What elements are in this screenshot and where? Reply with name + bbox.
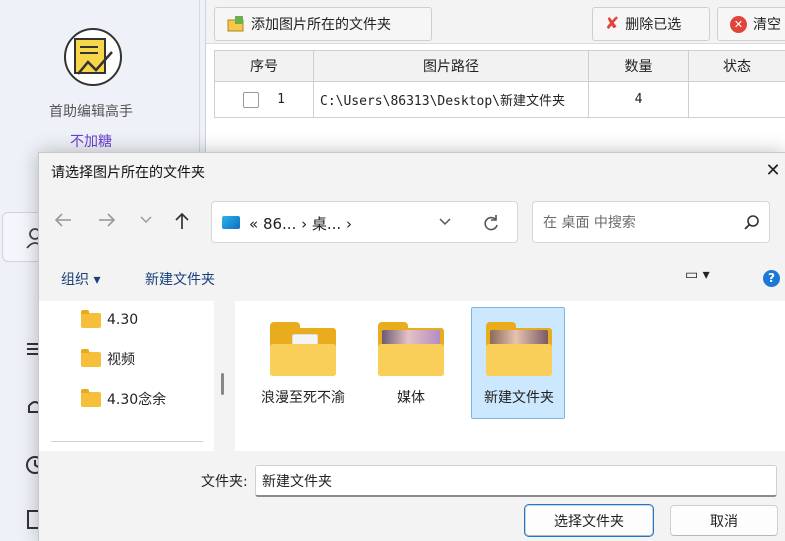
cancel-button[interactable]: 取消: [670, 505, 778, 536]
add-folder-button[interactable]: 添加图片所在的文件夹: [214, 7, 432, 41]
folder-item-romantic[interactable]: 浪漫至死不渝: [255, 307, 349, 419]
toolbar: 添加图片所在的文件夹 ✘ 删除已选 ✕ 清空: [206, 0, 785, 44]
nav-item-label: 4.30: [107, 312, 139, 328]
folder-photo-icon: [486, 322, 552, 376]
clear-icon: ✕: [730, 15, 747, 33]
row-checkbox[interactable]: [243, 91, 260, 108]
delete-x-icon: ✘: [605, 14, 620, 34]
folder-field-label: 文件夹:: [201, 474, 248, 490]
up-arrow-icon[interactable]: [173, 211, 191, 231]
row-count: 4: [589, 82, 689, 117]
row-index: 1: [277, 92, 285, 107]
header-index[interactable]: 序号: [215, 51, 314, 81]
back-arrow-icon[interactable]: [53, 211, 73, 229]
clear-label: 清空: [753, 17, 781, 33]
folder-icon: [81, 348, 101, 367]
search-icon[interactable]: [743, 214, 761, 232]
folder-icon: [81, 309, 101, 328]
navigation-pane: 4.30 视频 4.30念余: [39, 301, 214, 451]
file-name: 新建文件夹: [484, 390, 554, 406]
view-options-icon[interactable]: ▭ ▾: [685, 267, 710, 283]
clear-button[interactable]: ✕ 清空: [717, 7, 785, 41]
help-icon[interactable]: ?: [763, 270, 780, 287]
organize-menu-button[interactable]: 组织 ▾: [61, 269, 100, 289]
header-count[interactable]: 数量: [589, 51, 689, 81]
search-input[interactable]: [543, 212, 733, 234]
recent-locations-chevron-icon[interactable]: [139, 215, 153, 225]
address-breadcrumb[interactable]: « 86... › 桌... ›: [249, 213, 352, 234]
header-status[interactable]: 状态: [689, 51, 785, 81]
app-logo-icon: [64, 28, 122, 86]
add-folder-icon: [227, 16, 244, 32]
file-name: 媒体: [397, 390, 425, 406]
folder-icon: [81, 388, 101, 407]
refresh-icon[interactable]: [482, 214, 500, 232]
row-index-cell: 1: [215, 82, 314, 117]
folder-picker-dialog: 请选择图片所在的文件夹 ✕ « 86... › 桌... › 组织 ▾ 新建文件…: [38, 152, 785, 541]
new-folder-button[interactable]: 新建文件夹: [145, 269, 215, 289]
address-bar[interactable]: « 86... › 桌... ›: [211, 201, 518, 243]
nav-item-4-30-nianyu[interactable]: 4.30念余: [81, 388, 167, 409]
nav-pane-divider: [51, 441, 203, 442]
table-header: 序号 图片路径 数量 状态: [214, 50, 785, 82]
select-folder-button[interactable]: 选择文件夹: [524, 504, 654, 537]
app-subtitle[interactable]: 不加糖: [0, 131, 182, 151]
app-name: 首助编辑高手: [49, 104, 133, 120]
nav-item-4-30[interactable]: 4.30: [81, 309, 139, 330]
search-box[interactable]: [532, 201, 770, 243]
row-path: C:\Users\86313\Desktop\新建文件夹: [314, 82, 589, 117]
header-path[interactable]: 图片路径: [314, 51, 589, 81]
forward-arrow-icon[interactable]: [97, 211, 117, 229]
nav-item-label: 视频: [107, 352, 135, 368]
close-icon[interactable]: ✕: [761, 158, 785, 184]
nav-pane-scrollbar[interactable]: [221, 373, 224, 395]
nav-item-label: 4.30念余: [107, 392, 167, 408]
folder-item-media[interactable]: 媒体: [363, 307, 457, 419]
folder-photo-icon: [378, 322, 444, 376]
delete-selected-button[interactable]: ✘ 删除已选: [592, 7, 710, 41]
address-dropdown-chevron-icon[interactable]: [438, 217, 452, 227]
folder-item-new-folder[interactable]: 新建文件夹: [471, 307, 565, 419]
folder-document-icon: [270, 322, 336, 376]
file-name: 浪漫至死不渝: [261, 390, 345, 406]
row-status: [689, 82, 785, 117]
folder-name-input[interactable]: [255, 465, 777, 497]
dialog-title: 请选择图片所在的文件夹: [51, 165, 205, 181]
add-folder-label: 添加图片所在的文件夹: [251, 17, 391, 33]
this-pc-icon: [222, 216, 240, 229]
file-list-pane: 浪漫至死不渝 媒体 新建文件夹: [235, 301, 785, 451]
nav-item-videos[interactable]: 视频: [81, 348, 135, 369]
delete-selected-label: 删除已选: [625, 17, 682, 33]
table-row[interactable]: 1 C:\Users\86313\Desktop\新建文件夹 4: [214, 82, 785, 118]
